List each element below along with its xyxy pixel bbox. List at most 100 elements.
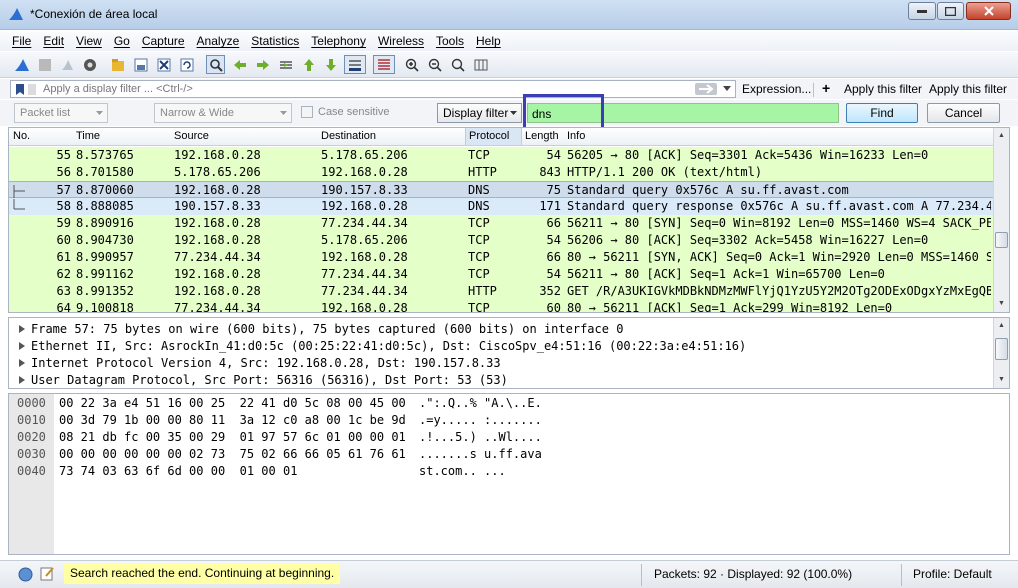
go-back-button[interactable] — [230, 55, 249, 74]
menu-help[interactable]: Help — [476, 34, 501, 48]
cancel-button[interactable]: Cancel — [927, 103, 1000, 123]
resize-columns-button[interactable] — [471, 55, 490, 74]
open-file-icon — [111, 58, 124, 71]
restart-capture-button[interactable] — [57, 55, 76, 74]
capture-comment-icon[interactable] — [40, 566, 55, 581]
column-header-source[interactable]: Source — [174, 130, 209, 142]
close-file-button[interactable] — [154, 55, 173, 74]
packet-row[interactable]: 56 8.701580 5.178.65.206 192.168.0.28 HTTP 84… — [9, 164, 993, 181]
expand-arrow-icon[interactable] — [19, 358, 25, 367]
add-filter-button[interactable]: + — [822, 80, 830, 96]
search-type-select[interactable]: Display filter — [437, 103, 522, 123]
packet-row[interactable]: 60 8.904730 192.168.0.28 5.178.65.206 TCP 54 5… — [9, 232, 993, 249]
scroll-up-icon[interactable]: ▲ — [994, 128, 1009, 143]
column-header-no[interactable]: No. — [13, 130, 30, 142]
go-last-button[interactable] — [321, 55, 340, 74]
find-button[interactable]: Find — [846, 103, 918, 123]
menu-tools[interactable]: Tools — [436, 34, 464, 48]
chevron-down-icon[interactable] — [723, 86, 731, 92]
apply-arrow-icon[interactable] — [695, 83, 717, 95]
go-forward-button[interactable] — [253, 55, 272, 74]
packet-row[interactable]: 57 8.870060 192.168.0.28 190.157.8.33 DNS 75 S… — [9, 181, 993, 198]
packet-bytes[interactable]: 0000 00 22 3a e4 51 16 00 25 22 41 d0 5c … — [8, 393, 1010, 555]
minimize-button[interactable] — [908, 2, 936, 20]
display-filter-input[interactable]: Apply a display filter ... <Ctrl-/> — [10, 80, 736, 98]
zoom-in-button[interactable] — [402, 55, 421, 74]
detail-row-udp[interactable]: User Datagram Protocol, Src Port: 56316 … — [9, 371, 508, 388]
scroll-thumb[interactable] — [995, 338, 1008, 360]
column-header-protocol[interactable]: Protocol — [465, 128, 522, 145]
menu-wireless[interactable]: Wireless — [378, 34, 424, 48]
menu-telephony[interactable]: Telephony — [311, 34, 366, 48]
save-file-icon — [134, 58, 147, 71]
zoom-out-button[interactable] — [425, 55, 444, 74]
details-scrollbar[interactable]: ▲ ▼ — [993, 318, 1009, 388]
packet-cell-len: 54 — [546, 148, 561, 162]
profile-label[interactable]: Profile: Default — [913, 567, 992, 581]
packet-details[interactable]: Frame 57: 75 bytes on wire (600 bits), 7… — [8, 317, 1010, 389]
packet-cell-dst: 77.234.44.34 — [321, 216, 408, 230]
column-header-length[interactable]: Length — [525, 130, 559, 142]
case-sensitive-checkbox[interactable] — [301, 106, 313, 118]
save-file-button[interactable] — [131, 55, 150, 74]
packet-cell-time: 8.991162 — [76, 267, 134, 281]
menu-statistics[interactable]: Statistics — [251, 34, 299, 48]
char-width-select[interactable]: Narrow & Wide — [154, 103, 292, 123]
expand-arrow-icon[interactable] — [19, 375, 25, 384]
start-capture-button[interactable] — [12, 55, 31, 74]
packet-cell-time: 8.888085 — [76, 199, 134, 213]
filter-expression-icon — [28, 84, 36, 95]
capture-options-button[interactable] — [80, 55, 99, 74]
menu-view[interactable]: View — [76, 34, 102, 48]
go-last-icon — [325, 58, 336, 71]
column-header-time[interactable]: Time — [76, 130, 100, 142]
apply-filter-button-1[interactable]: Apply this filter — [844, 82, 922, 96]
expression-button[interactable]: Expression... — [742, 82, 811, 96]
packet-list[interactable]: No. Time Source Destination Protocol Len… — [8, 127, 1010, 313]
column-header-destination[interactable]: Destination — [321, 130, 376, 142]
auto-scroll-button[interactable] — [344, 55, 366, 74]
stop-capture-button[interactable] — [35, 55, 54, 74]
packet-cell-dst: 192.168.0.28 — [321, 301, 408, 313]
auto-scroll-icon — [349, 59, 361, 71]
go-first-button[interactable] — [299, 55, 318, 74]
colorize-button[interactable] — [373, 55, 395, 74]
apply-filter-button-2[interactable]: Apply this filter — [929, 82, 1007, 96]
packet-row[interactable]: 64 9.100818 77.234.44.34 192.168.0.28 TCP 60 8… — [9, 300, 993, 313]
open-file-button[interactable] — [108, 55, 127, 74]
menu-edit[interactable]: Edit — [43, 34, 64, 48]
menu-file[interactable]: File — [12, 34, 31, 48]
packet-cell-src: 5.178.65.206 — [174, 165, 261, 179]
expert-info-icon[interactable] — [18, 567, 33, 582]
scroll-down-icon[interactable]: ▼ — [994, 296, 1009, 311]
menu-capture[interactable]: Capture — [142, 34, 185, 48]
packet-cell-info: Standard query response 0x576c A su.ff.a… — [567, 199, 991, 213]
menu-analyze[interactable]: Analyze — [197, 34, 240, 48]
packet-cell-no: 55 — [56, 148, 71, 162]
packet-list-scrollbar[interactable]: ▲ ▼ — [993, 128, 1009, 312]
expand-arrow-icon[interactable] — [19, 341, 25, 350]
menu-go[interactable]: Go — [114, 34, 130, 48]
packet-row[interactable]: 58 8.888085 190.157.8.33 192.168.0.28 DNS 171… — [9, 198, 993, 215]
packet-row[interactable]: 62 8.991162 192.168.0.28 77.234.44.34 TCP 54 5… — [9, 266, 993, 283]
detail-row-frame[interactable]: Frame 57: 75 bytes on wire (600 bits), 7… — [9, 320, 623, 337]
reload-file-button[interactable] — [177, 55, 196, 74]
display-filter-bar: Apply a display filter ... <Ctrl-/> Expr… — [0, 79, 1018, 99]
packet-row[interactable]: 59 8.890916 192.168.0.28 77.234.44.34 TCP 66 5… — [9, 215, 993, 232]
detail-row-ethernet[interactable]: Ethernet II, Src: AsrockIn_41:d0:5c (00:… — [9, 337, 746, 354]
close-button[interactable] — [966, 2, 1011, 20]
column-header-info[interactable]: Info — [567, 130, 585, 142]
detail-row-ip[interactable]: Internet Protocol Version 4, Src: 192.16… — [9, 354, 501, 371]
scroll-thumb[interactable] — [995, 232, 1008, 248]
normal-size-button[interactable] — [448, 55, 467, 74]
packet-row[interactable]: 61 8.990957 77.234.44.34 192.168.0.28 TCP 66 8… — [9, 249, 993, 266]
go-to-packet-button[interactable] — [276, 55, 295, 74]
expand-arrow-icon[interactable] — [19, 324, 25, 333]
find-packet-button[interactable] — [206, 55, 225, 74]
scroll-up-icon[interactable]: ▲ — [994, 318, 1009, 333]
maximize-button[interactable] — [937, 2, 964, 20]
scroll-down-icon[interactable]: ▼ — [994, 372, 1009, 387]
search-in-select[interactable]: Packet list — [14, 103, 108, 123]
packet-row[interactable]: 63 8.991352 192.168.0.28 77.234.44.34 HTTP 35… — [9, 283, 993, 300]
packet-row[interactable]: 55 8.573765 192.168.0.28 5.178.65.206 TCP 54 5… — [9, 147, 993, 164]
